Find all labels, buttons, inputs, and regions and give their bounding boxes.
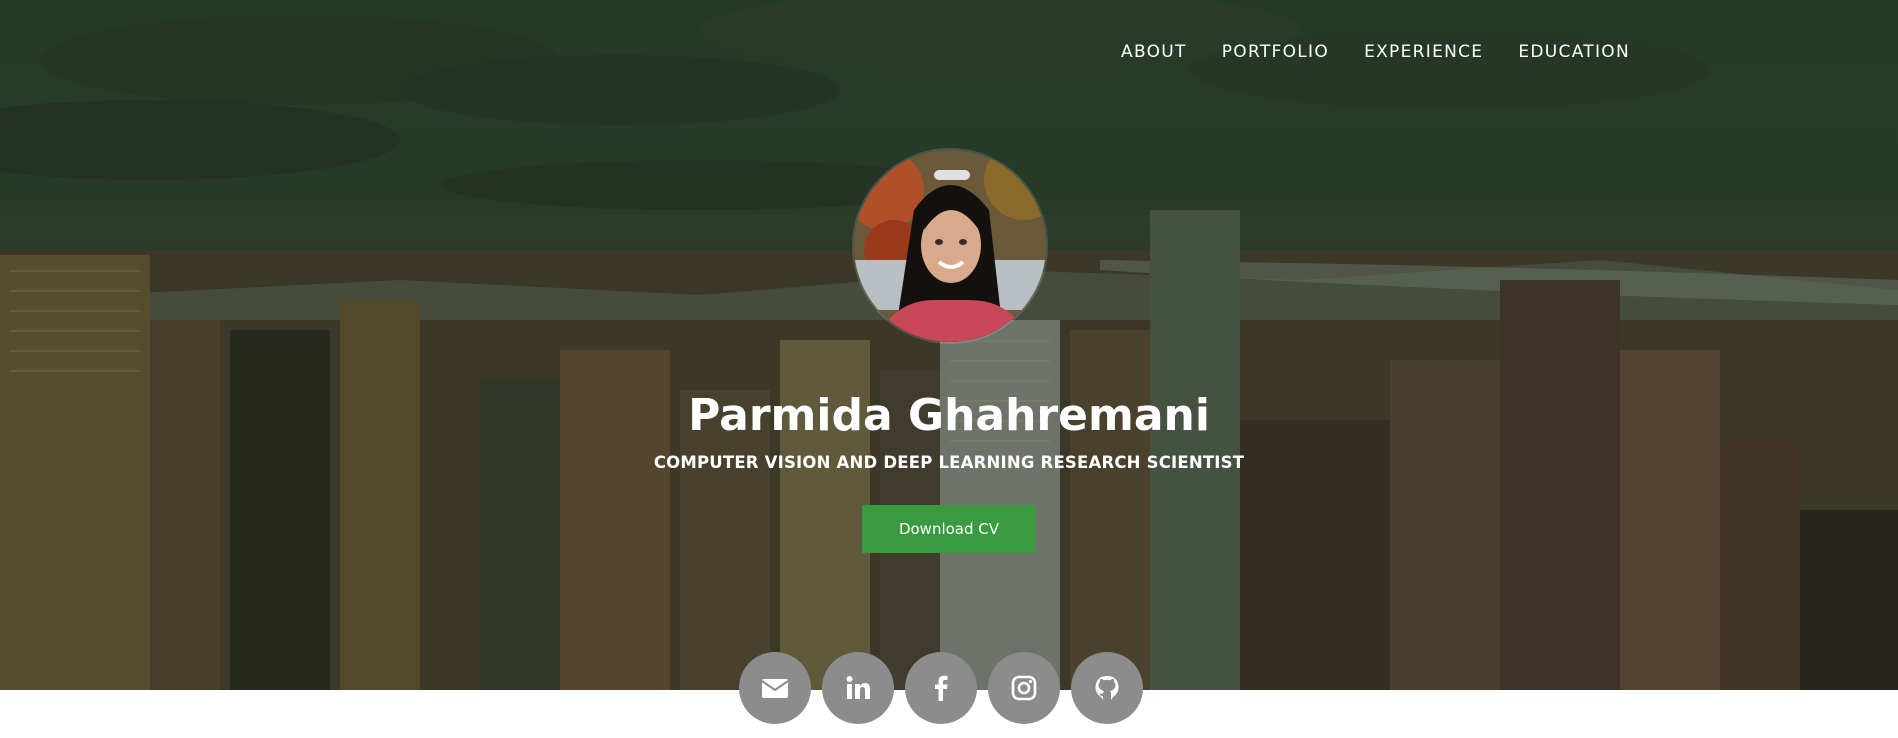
instagram-link[interactable]	[988, 652, 1060, 724]
download-cv-button[interactable]: Download CV	[862, 505, 1036, 553]
github-icon	[1095, 676, 1119, 700]
nav-experience-link[interactable]: EXPERIENCE	[1364, 42, 1483, 62]
envelope-icon	[761, 679, 789, 698]
nav-education-link[interactable]: EDUCATION	[1518, 42, 1630, 62]
profile-name: Parmida Ghahremani	[688, 390, 1210, 441]
hero-section: ABOUT PORTFOLIO EXPERIENCE EDUCATION Par…	[0, 0, 1898, 690]
nav-portfolio-link[interactable]: PORTFOLIO	[1222, 42, 1329, 62]
top-nav: ABOUT PORTFOLIO EXPERIENCE EDUCATION	[1121, 42, 1630, 62]
nav-about-link[interactable]: ABOUT	[1121, 42, 1187, 62]
facebook-link[interactable]	[905, 652, 977, 724]
github-link[interactable]	[1071, 652, 1143, 724]
linkedin-link[interactable]	[822, 652, 894, 724]
profile-avatar	[854, 150, 1046, 342]
social-links	[739, 652, 1143, 724]
email-link[interactable]	[739, 652, 811, 724]
dark-overlay	[0, 0, 1898, 690]
facebook-icon	[935, 675, 948, 701]
profile-photo	[854, 150, 1046, 342]
linkedin-icon	[846, 676, 870, 699]
profile-subtitle: COMPUTER VISION AND DEEP LEARNING RESEAR…	[653, 453, 1245, 472]
instagram-icon	[1011, 675, 1037, 701]
